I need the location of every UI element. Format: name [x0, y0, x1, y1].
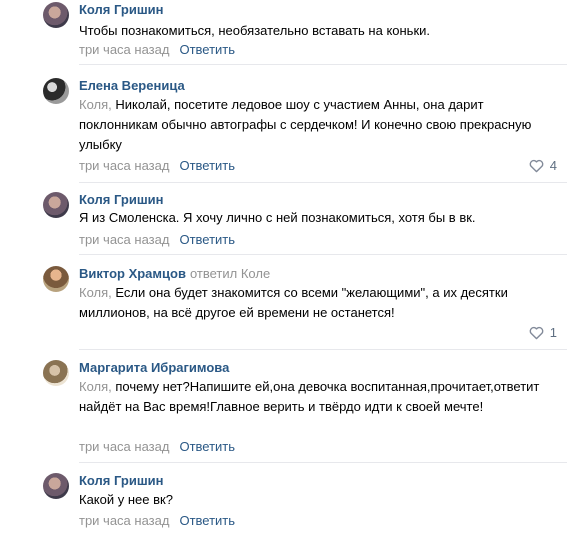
heart-icon: [529, 326, 544, 340]
comment-text: Чтобы познакомиться, необязательно встав…: [79, 21, 559, 41]
comment-meta: три часа назад Ответить: [79, 439, 235, 454]
comment-body: Я из Смоленска. Я хочу лично с ней позна…: [79, 210, 476, 225]
avatar[interactable]: [43, 360, 69, 386]
avatar[interactable]: [43, 473, 69, 499]
comment-meta: три часа назад Ответить: [79, 42, 235, 57]
reply-button[interactable]: Ответить: [179, 439, 235, 454]
comment-text: Я из Смоленска. Я хочу лично с ней позна…: [79, 208, 559, 228]
reply-button[interactable]: Ответить: [179, 232, 235, 247]
comment-addressee[interactable]: Коля,: [79, 97, 112, 112]
reply-button[interactable]: Ответить: [179, 513, 235, 528]
comment-time[interactable]: три часа назад: [79, 158, 169, 173]
comment-author[interactable]: Коля Гришин: [79, 2, 164, 17]
comment-author[interactable]: Елена Вереница: [79, 78, 185, 93]
comment-time[interactable]: три часа назад: [79, 42, 169, 57]
comment-time[interactable]: три часа назад: [79, 232, 169, 247]
comment-body: Какой у нее вк?: [79, 492, 173, 507]
comment-author: Виктор Храмцов ответил Коле: [79, 266, 270, 281]
comment-time[interactable]: три часа назад: [79, 439, 169, 454]
comment-body: Николай, посетите ледовое шоу с участием…: [79, 97, 532, 152]
comment-text: Коля, почему нет?Напишите ей,она девочка…: [79, 377, 559, 417]
comment-meta: три часа назад Ответить: [79, 232, 235, 247]
comment-text: Какой у нее вк?: [79, 490, 559, 510]
like-button[interactable]: 4: [529, 158, 557, 173]
avatar[interactable]: [43, 2, 69, 28]
divider: [79, 64, 567, 65]
comment-text: Коля, Если она будет знакомится со всеми…: [79, 283, 559, 323]
comment-body: Чтобы познакомиться, необязательно встав…: [79, 23, 431, 38]
heart-icon: [529, 159, 544, 173]
divider: [79, 182, 567, 183]
like-button[interactable]: 1: [529, 325, 557, 340]
divider: [79, 254, 567, 255]
comment-body: почему нет?Напишите ей,она девочка воспи…: [79, 379, 540, 414]
comment-meta: три часа назад Ответить: [79, 158, 235, 173]
comment-time[interactable]: три часа назад: [79, 513, 169, 528]
comment-addressee[interactable]: Коля,: [79, 379, 112, 394]
reply-button[interactable]: Ответить: [179, 158, 235, 173]
comment-author[interactable]: Коля Гришин: [79, 473, 164, 488]
like-count: 4: [549, 158, 557, 173]
divider: [79, 349, 567, 350]
comment-body: Если она будет знакомится со всеми "жела…: [79, 285, 508, 320]
comment-author-link[interactable]: Виктор Храмцов: [79, 266, 186, 281]
reply-button[interactable]: Ответить: [179, 42, 235, 57]
comment-meta: три часа назад Ответить: [79, 513, 235, 528]
comment-text: Коля, Николай, посетите ледовое шоу с уч…: [79, 95, 559, 155]
avatar[interactable]: [43, 266, 69, 292]
like-count: 1: [549, 325, 557, 340]
comment-author[interactable]: Маргарита Ибрагимова: [79, 360, 229, 375]
divider: [79, 462, 567, 463]
comment-author[interactable]: Коля Гришин: [79, 192, 164, 207]
avatar[interactable]: [43, 78, 69, 104]
comment-addressee[interactable]: Коля,: [79, 285, 112, 300]
reply-to-label[interactable]: ответил Коле: [190, 266, 270, 281]
avatar[interactable]: [43, 192, 69, 218]
